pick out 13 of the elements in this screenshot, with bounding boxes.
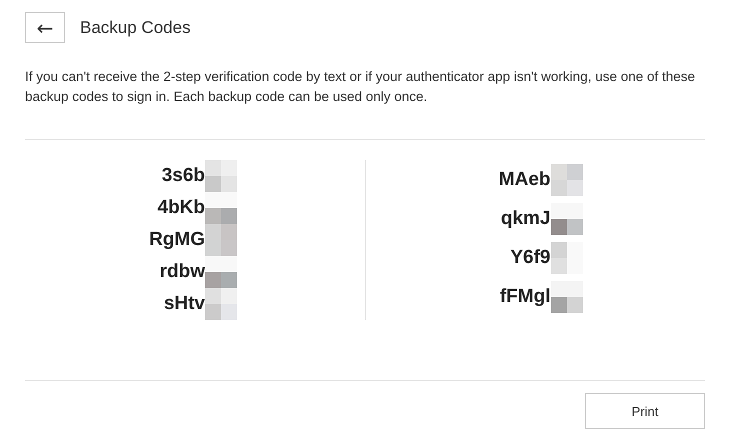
page-title: Backup Codes	[80, 18, 191, 38]
backup-code: RgMG	[148, 229, 205, 251]
backup-code: Y6f9	[509, 246, 550, 268]
back-button[interactable]: ←	[25, 12, 65, 43]
backup-code: sHtv	[162, 293, 205, 315]
print-button[interactable]: Print	[585, 393, 705, 429]
backup-code: qkmJ	[500, 208, 550, 230]
backup-code: rdbw	[158, 261, 205, 283]
backup-code: MAeb	[498, 168, 550, 190]
backup-code: fFMgl	[498, 286, 550, 308]
backup-code: 4bKb	[156, 197, 205, 219]
backup-code: 3s6b	[160, 165, 205, 187]
description-text: If you can't receive the 2-step verification code by text or if your authenticator app isn't working, use one of these backup codes to sign in. Each backup code can be used only once.	[25, 68, 696, 106]
